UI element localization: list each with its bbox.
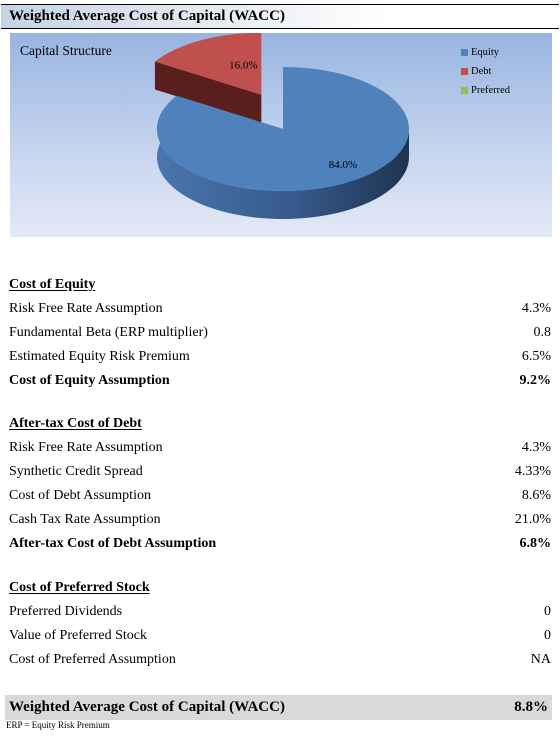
legend-item-preferred: Preferred: [461, 81, 510, 100]
footnote: ERP = Equity Risk Premium: [6, 720, 110, 730]
legend-label-preferred: Preferred: [471, 85, 511, 96]
table-row: Fundamental Beta (ERP multiplier) 0.8: [9, 325, 551, 340]
data-label-debt: 16.0%: [229, 59, 257, 71]
chart-title: Capital Structure: [20, 43, 112, 58]
legend-item-equity: Equity: [461, 43, 510, 62]
table-row: Risk Free Rate Assumption 4.3%: [9, 440, 551, 455]
section-header: After-tax Cost of Debt: [9, 416, 142, 431]
legend-item-debt: Debt: [461, 62, 510, 81]
total-row: Cost of Equity Assumption 9.2%: [9, 373, 551, 388]
section-header: Cost of Equity: [9, 277, 96, 292]
total-row: After-tax Cost of Debt Assumption 6.8%: [9, 536, 551, 551]
table-row: Estimated Equity Risk Premium 6.5%: [9, 349, 551, 364]
table-row: Value of Preferred Stock 0: [9, 628, 551, 643]
wacc-total-bar: Weighted Average Cost of Capital (WACC) …: [5, 695, 552, 720]
legend-label-debt: Debt: [471, 66, 492, 77]
wacc-label: Weighted Average Cost of Capital (WACC): [9, 699, 285, 715]
cost-of-preferred-section: Cost of Preferred Stock Preferred Divide…: [9, 576, 551, 672]
legend-swatch-preferred: [461, 87, 468, 94]
table-row: Risk Free Rate Assumption 4.3%: [9, 301, 551, 316]
legend-swatch-debt: [461, 68, 468, 75]
legend-label-equity: Equity: [471, 47, 499, 58]
capital-structure-chart: 16.0% 84.0% Capital Structure Equity Deb…: [10, 33, 552, 237]
table-row: Cash Tax Rate Assumption 21.0%: [9, 512, 551, 527]
table-row: Synthetic Credit Spread 4.33%: [9, 464, 551, 479]
section-header: Cost of Preferred Stock: [9, 580, 150, 595]
cost-of-debt-section: After-tax Cost of Debt Risk Free Rate As…: [9, 412, 551, 556]
table-row: Cost of Debt Assumption 8.6%: [9, 488, 551, 503]
table-row: Cost of Preferred Assumption NA: [9, 652, 551, 667]
data-label-equity: 84.0%: [329, 159, 357, 171]
legend-swatch-equity: [461, 49, 468, 56]
page-title: Weighted Average Cost of Capital (WACC): [1, 4, 559, 29]
cost-of-equity-section: Cost of Equity Risk Free Rate Assumption…: [9, 273, 551, 393]
table-row: Preferred Dividends 0: [9, 604, 551, 619]
chart-legend: Equity Debt Preferred: [461, 43, 510, 100]
wacc-value: 8.8%: [514, 699, 548, 715]
